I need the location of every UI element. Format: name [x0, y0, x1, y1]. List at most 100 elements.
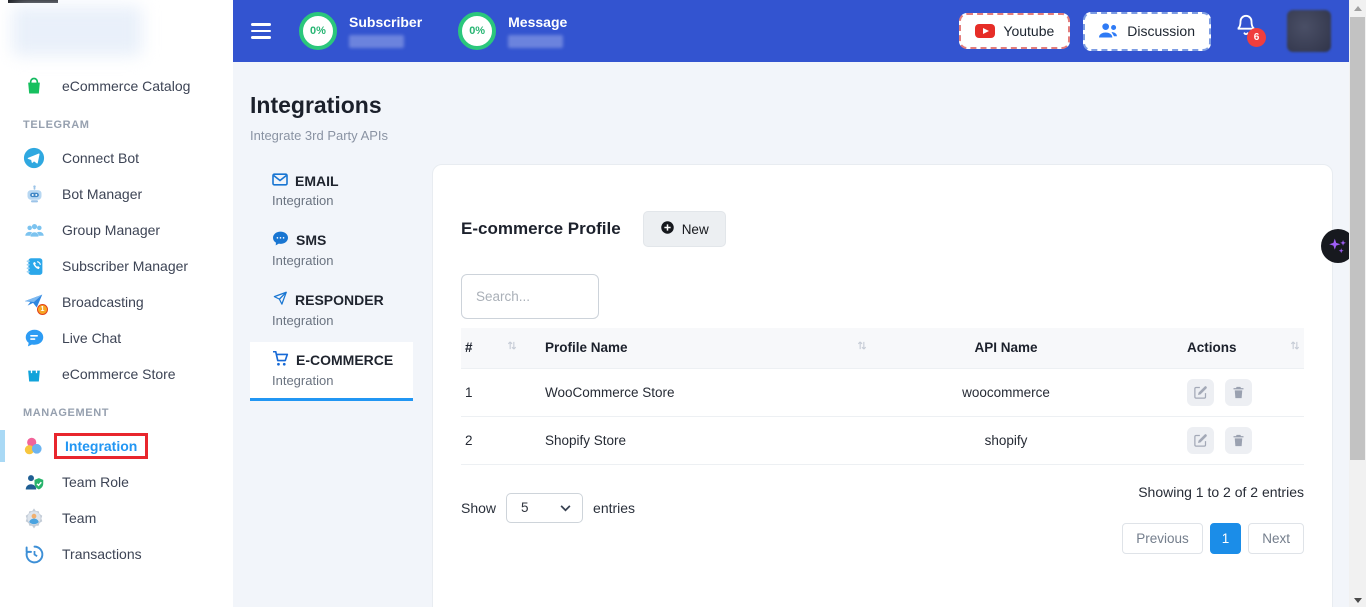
sidebar-item-bot-manager[interactable]: Bot Manager: [0, 176, 233, 212]
table-row: 1 WooCommerce Store woocommerce: [461, 368, 1304, 416]
tab-sms-integration[interactable]: SMS Integration: [250, 222, 413, 278]
sort-icon: [507, 339, 517, 354]
sidebar-item-ecommerce-store[interactable]: eCommerce Store: [0, 356, 233, 392]
column-header-profile-name[interactable]: Profile Name: [521, 328, 871, 368]
profiles-table: # Profile Name API Name Actions: [461, 328, 1304, 465]
message-stat-value-blurred: [508, 35, 563, 48]
logo-fragment: [8, 0, 58, 3]
page-size-value: 5: [521, 500, 529, 515]
main-content: Integrations Integrate 3rd Party APIs EM…: [233, 62, 1349, 607]
show-label: Show: [461, 500, 496, 516]
tab-email-integration[interactable]: EMAIL Integration: [250, 164, 413, 218]
group-icon: [23, 219, 45, 241]
tab-ecommerce-integration[interactable]: E-COMMERCE Integration: [250, 342, 413, 401]
showing-entries-text: Showing 1 to 2 of 2 entries: [1138, 484, 1304, 500]
sidebar-item-label: Team: [62, 510, 96, 526]
sidebar-item-live-chat[interactable]: Live Chat: [0, 320, 233, 356]
current-page-button[interactable]: 1: [1210, 523, 1242, 554]
previous-page-button[interactable]: Previous: [1122, 523, 1203, 554]
actions-cell: [1151, 368, 1304, 416]
store-bag-icon: [23, 363, 45, 385]
sidebar-item-broadcasting[interactable]: 1 Broadcasting: [0, 284, 233, 320]
topbar: 0% Subscriber 0% Message Youtube Discuss…: [233, 0, 1349, 62]
subscriber-stat-label: Subscriber: [349, 14, 422, 30]
column-header-number[interactable]: #: [461, 328, 521, 368]
sidebar-item-integration[interactable]: Integration: [0, 428, 233, 464]
column-label: Profile Name: [545, 340, 628, 355]
column-header-actions[interactable]: Actions: [1151, 328, 1304, 368]
sidebar-section-telegram: TELEGRAM: [0, 104, 233, 140]
notification-count-badge: 6: [1247, 28, 1266, 47]
discussion-button[interactable]: Discussion: [1083, 12, 1211, 51]
profile-name-cell: WooCommerce Store: [521, 368, 871, 416]
plus-circle-icon: [660, 220, 675, 238]
hamburger-menu-icon[interactable]: [251, 23, 271, 39]
sidebar-item-label: eCommerce Store: [62, 366, 176, 382]
sidebar-item-label: Bot Manager: [62, 186, 142, 202]
cart-icon: [272, 351, 289, 369]
page-title: Integrations: [250, 92, 1333, 119]
delete-button[interactable]: [1225, 379, 1252, 406]
sidebar-item-transactions[interactable]: Transactions: [0, 536, 233, 572]
discussion-people-icon: [1099, 22, 1119, 41]
sidebar-item-label: eCommerce Catalog: [62, 78, 190, 94]
entries-label: entries: [593, 500, 635, 516]
message-stat: 0% Message: [458, 12, 567, 50]
sidebar-item-label: Live Chat: [62, 330, 121, 346]
delete-button[interactable]: [1225, 427, 1252, 454]
message-progress-ring: 0%: [458, 12, 496, 50]
scrollbar-up-arrow[interactable]: [1349, 0, 1366, 17]
subscriber-stat-value-blurred: [349, 35, 404, 48]
ecommerce-profile-card: E-commerce Profile New #: [432, 164, 1333, 607]
edit-button[interactable]: [1187, 427, 1214, 454]
edit-button[interactable]: [1187, 379, 1214, 406]
sidebar: eCommerce Catalog TELEGRAM Connect Bot B…: [0, 0, 233, 607]
sidebar-section-management: MANAGEMENT: [0, 392, 233, 428]
robot-icon: [23, 183, 45, 205]
message-stat-label: Message: [508, 14, 567, 30]
chevron-down-icon: [560, 500, 571, 515]
sparkles-icon: [1327, 235, 1349, 257]
user-avatar[interactable]: [1287, 10, 1331, 52]
tab-subtitle: Integration: [272, 313, 413, 328]
sidebar-item-label: Group Manager: [62, 222, 160, 238]
team-icon: [23, 507, 45, 529]
envelope-icon: [272, 173, 288, 189]
chat-icon: [23, 327, 45, 349]
youtube-button-label: Youtube: [1003, 23, 1054, 39]
tab-subtitle: Integration: [272, 253, 413, 268]
search-input[interactable]: [461, 274, 599, 319]
sidebar-item-group-manager[interactable]: Group Manager: [0, 212, 233, 248]
row-number: 2: [461, 416, 521, 464]
broadcast-count-badge: 1: [37, 304, 48, 315]
card-title: E-commerce Profile: [461, 219, 621, 239]
sidebar-item-label: Broadcasting: [62, 294, 144, 310]
telegram-icon: [23, 147, 45, 169]
tab-subtitle: Integration: [272, 193, 413, 208]
sidebar-item-connect-bot[interactable]: Connect Bot: [0, 140, 233, 176]
sidebar-item-team-role[interactable]: Team Role: [0, 464, 233, 500]
new-profile-button[interactable]: New: [643, 211, 726, 247]
discussion-button-label: Discussion: [1127, 23, 1195, 39]
next-page-button[interactable]: Next: [1248, 523, 1304, 554]
sidebar-item-ecommerce-catalog[interactable]: eCommerce Catalog: [0, 68, 233, 104]
column-header-api-name[interactable]: API Name: [871, 328, 1151, 368]
scrollbar[interactable]: [1349, 0, 1366, 607]
subscriber-stat: 0% Subscriber: [299, 12, 422, 50]
page-subtitle: Integrate 3rd Party APIs: [250, 128, 1333, 143]
page-size-select[interactable]: 5: [506, 493, 583, 523]
tab-responder-integration[interactable]: RESPONDER Integration: [250, 282, 413, 338]
sidebar-item-team[interactable]: Team: [0, 500, 233, 536]
scrollbar-thumb[interactable]: [1350, 17, 1365, 460]
sidebar-item-label: Integration: [54, 433, 148, 459]
column-label: Actions: [1187, 340, 1237, 355]
youtube-icon: [975, 24, 995, 38]
sidebar-item-label: Team Role: [62, 474, 129, 490]
sidebar-item-subscriber-manager[interactable]: Subscriber Manager: [0, 248, 233, 284]
youtube-button[interactable]: Youtube: [959, 13, 1070, 49]
row-number: 1: [461, 368, 521, 416]
shopping-bag-icon: [23, 75, 45, 97]
scrollbar-down-arrow[interactable]: [1349, 598, 1366, 603]
api-name-cell: shopify: [871, 416, 1151, 464]
notifications-bell[interactable]: 6: [1235, 14, 1265, 48]
